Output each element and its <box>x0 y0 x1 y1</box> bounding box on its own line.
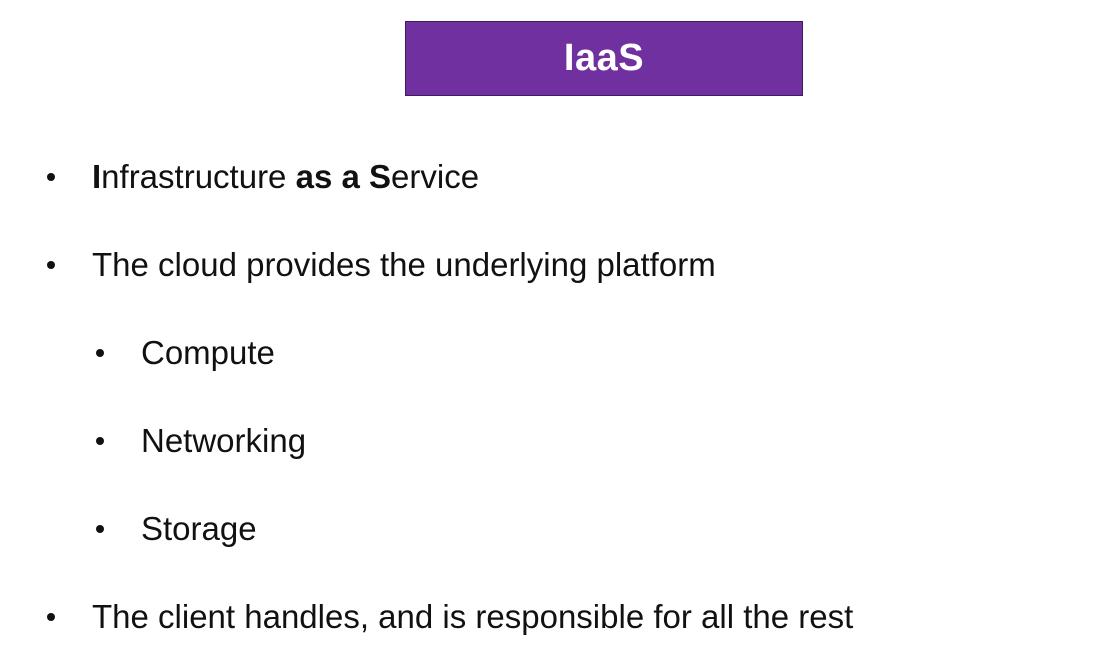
bullet-dot-icon <box>47 261 55 269</box>
bullet-dot-icon <box>96 525 104 533</box>
bullet-text: Networking <box>141 422 307 459</box>
bullet-dot-icon <box>47 173 55 181</box>
sub-bullet-item: Compute <box>96 329 275 377</box>
bullet-dot-icon <box>96 349 104 357</box>
bullet-text-part: ervice <box>391 158 480 195</box>
bullet-text-part: I <box>92 158 102 195</box>
bullet-item: The client handles, and is responsible f… <box>47 593 853 641</box>
bullet-text-part: S <box>369 158 392 195</box>
bullet-item: The cloud provides the underlying platfo… <box>47 241 716 289</box>
title-banner: IaaS <box>405 21 803 96</box>
bullet-dot-icon <box>96 437 104 445</box>
bullet-text: Infrastructure as a Service <box>92 158 479 196</box>
bullet-text: The cloud provides the underlying platfo… <box>92 246 716 283</box>
sub-bullet-item: Storage <box>96 505 257 553</box>
bullet-item: Infrastructure as a Service <box>47 153 479 201</box>
slide: IaaS Infrastructure as a Service The clo… <box>0 0 1107 660</box>
bullet-text: Compute <box>141 334 275 371</box>
slide-title: IaaS <box>563 37 645 79</box>
bullet-text-part: nfrastructure <box>101 158 296 195</box>
bullet-text-part: as a <box>295 158 369 195</box>
bullet-text: Storage <box>141 510 257 547</box>
sub-bullet-item: Networking <box>96 417 306 465</box>
bullet-text: The client handles, and is responsible f… <box>92 598 854 635</box>
bullet-dot-icon <box>47 613 55 621</box>
